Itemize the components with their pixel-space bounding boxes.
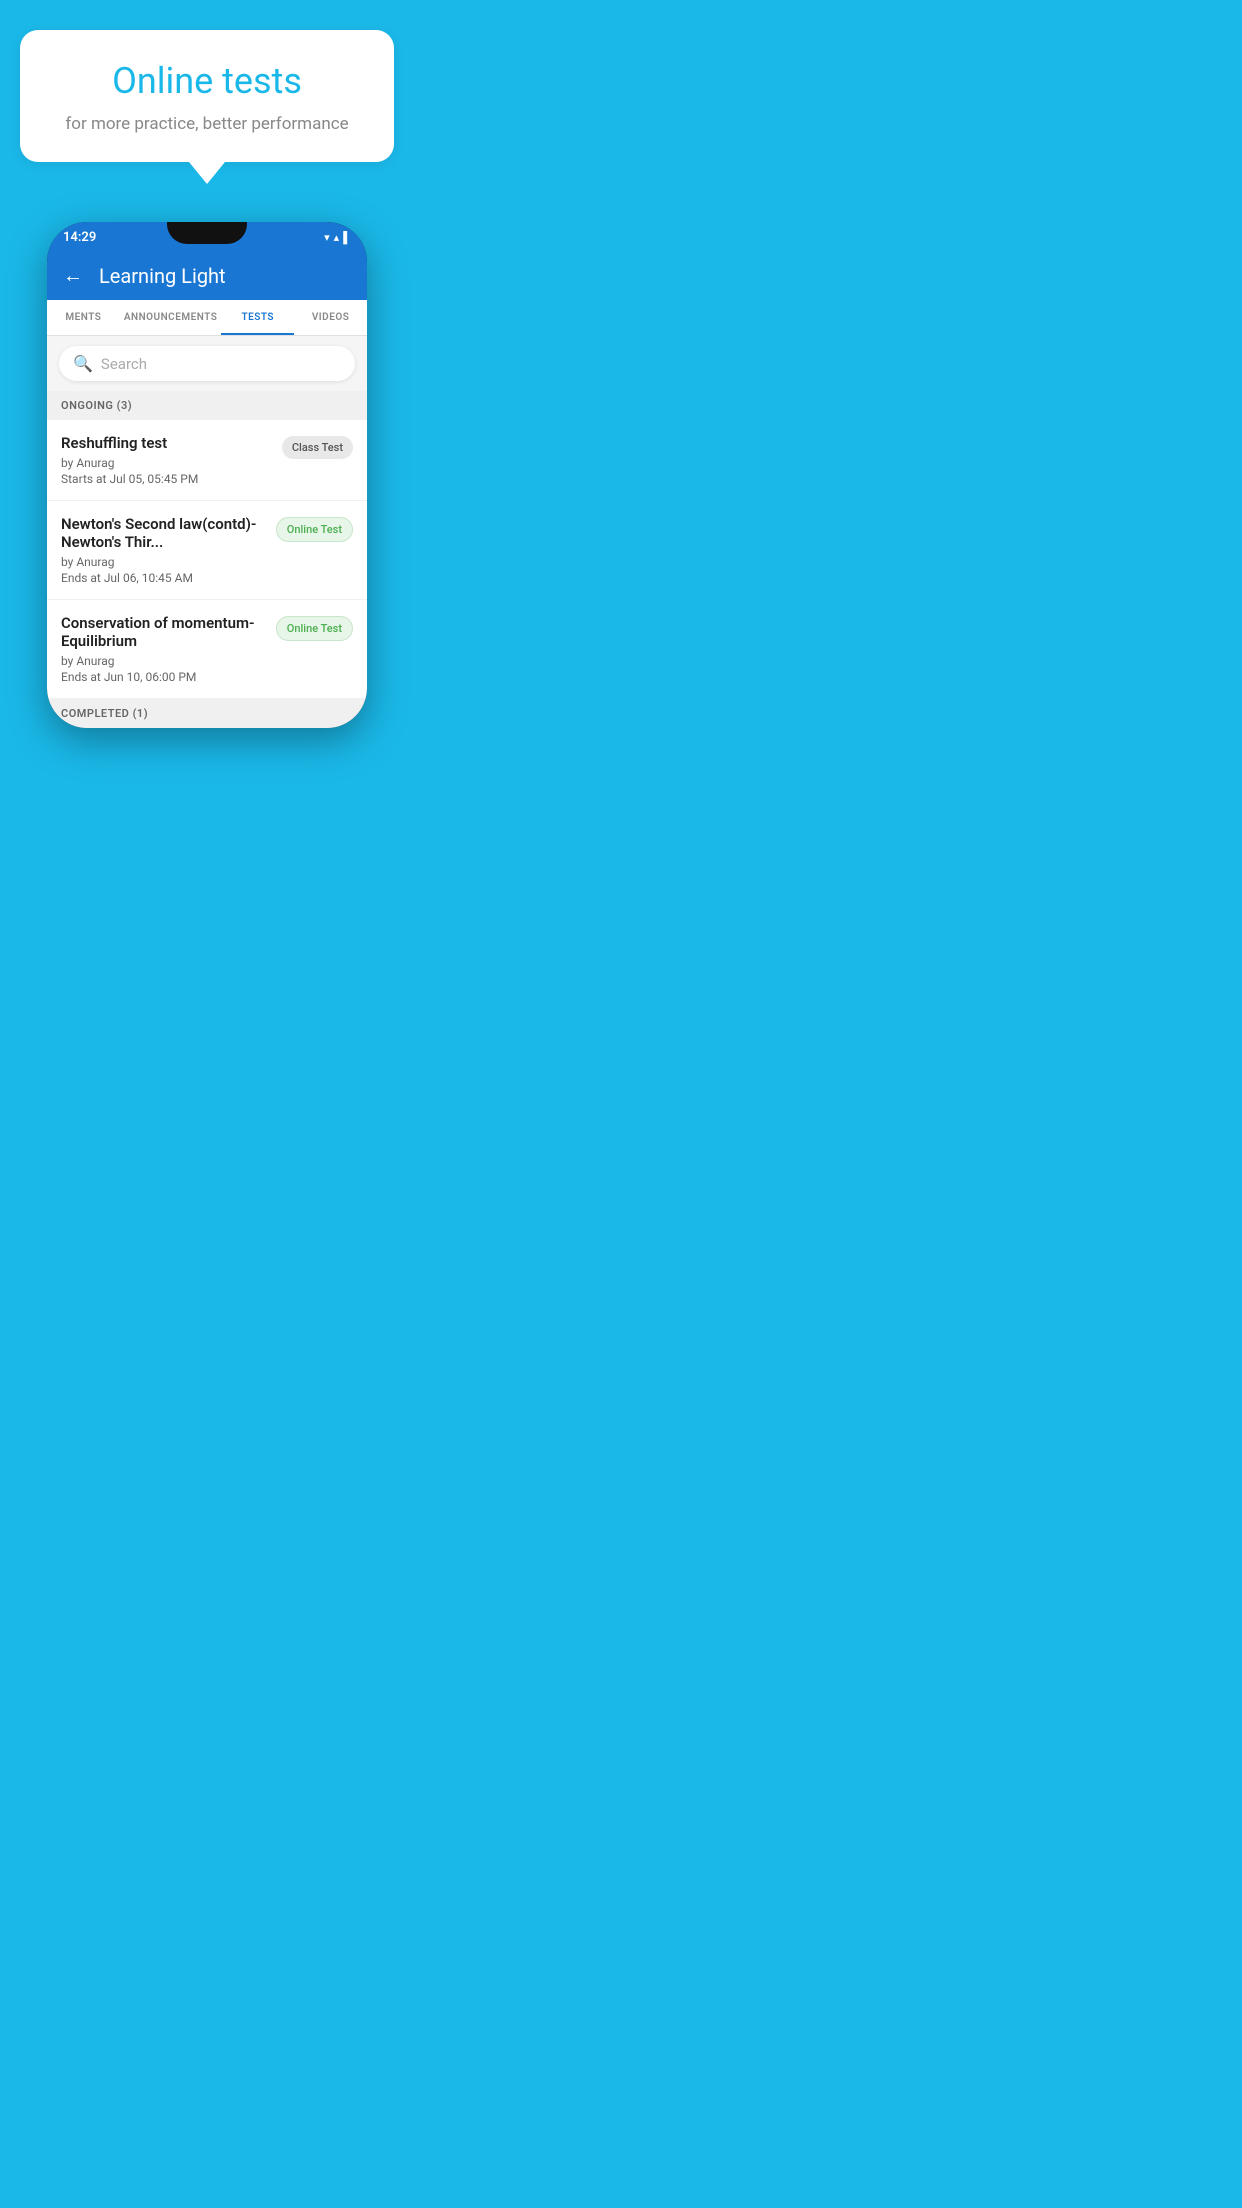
test-item-1[interactable]: Reshuffling test by Anurag Starts at Jul…: [47, 420, 367, 501]
test-item-2[interactable]: Newton's Second law(contd)-Newton's Thir…: [47, 501, 367, 600]
ongoing-header: ONGOING (3): [47, 391, 367, 420]
tab-bar: MENTS ANNOUNCEMENTS TESTS VIDEOS: [47, 300, 367, 336]
phone-mockup: 14:29 ▾ ▴ ▌ ← Learning Light MENTS ANNOU…: [0, 222, 414, 728]
search-icon: 🔍: [73, 354, 93, 373]
app-bar: ← Learning Light: [47, 251, 367, 300]
app-title: Learning Light: [99, 264, 226, 288]
tab-videos[interactable]: VIDEOS: [294, 300, 367, 335]
search-container: 🔍 Search: [47, 336, 367, 391]
completed-header: COMPLETED (1): [47, 699, 367, 728]
status-time: 14:29: [63, 230, 96, 245]
wifi-icon: ▾: [324, 231, 330, 244]
promo-section: Online tests for more practice, better p…: [0, 0, 414, 162]
back-button[interactable]: ←: [63, 263, 83, 288]
test-date-2: Ends at Jul 06, 10:45 AM: [61, 571, 266, 585]
test-name-2: Newton's Second law(contd)-Newton's Thir…: [61, 515, 266, 551]
phone-frame: 14:29 ▾ ▴ ▌ ← Learning Light MENTS ANNOU…: [47, 222, 367, 728]
speech-bubble: Online tests for more practice, better p…: [20, 30, 394, 162]
badge-3: Online Test: [276, 616, 353, 641]
test-name-3: Conservation of momentum-Equilibrium: [61, 614, 266, 650]
test-by-2: by Anurag: [61, 555, 266, 569]
bubble-title: Online tests: [50, 60, 364, 102]
test-date-1: Starts at Jul 05, 05:45 PM: [61, 472, 272, 486]
tab-tests[interactable]: TESTS: [221, 300, 294, 335]
tab-ments[interactable]: MENTS: [47, 300, 120, 335]
search-input[interactable]: Search: [101, 355, 147, 373]
status-icons: ▾ ▴ ▌: [324, 231, 351, 244]
bubble-subtitle: for more practice, better performance: [50, 114, 364, 134]
tab-announcements[interactable]: ANNOUNCEMENTS: [120, 300, 222, 335]
test-by-3: by Anurag: [61, 654, 266, 668]
test-item-3[interactable]: Conservation of momentum-Equilibrium by …: [47, 600, 367, 699]
badge-1: Class Test: [282, 436, 353, 459]
phone-notch: [167, 222, 247, 244]
search-box[interactable]: 🔍 Search: [59, 346, 355, 381]
test-date-3: Ends at Jun 10, 06:00 PM: [61, 670, 266, 684]
test-info-2: Newton's Second law(contd)-Newton's Thir…: [61, 515, 266, 585]
test-list: Reshuffling test by Anurag Starts at Jul…: [47, 420, 367, 699]
signal-icon: ▴: [334, 231, 340, 244]
test-info-3: Conservation of momentum-Equilibrium by …: [61, 614, 266, 684]
battery-icon: ▌: [343, 231, 351, 244]
test-name-1: Reshuffling test: [61, 434, 272, 452]
test-info-1: Reshuffling test by Anurag Starts at Jul…: [61, 434, 272, 486]
test-by-1: by Anurag: [61, 456, 272, 470]
badge-2: Online Test: [276, 517, 353, 542]
